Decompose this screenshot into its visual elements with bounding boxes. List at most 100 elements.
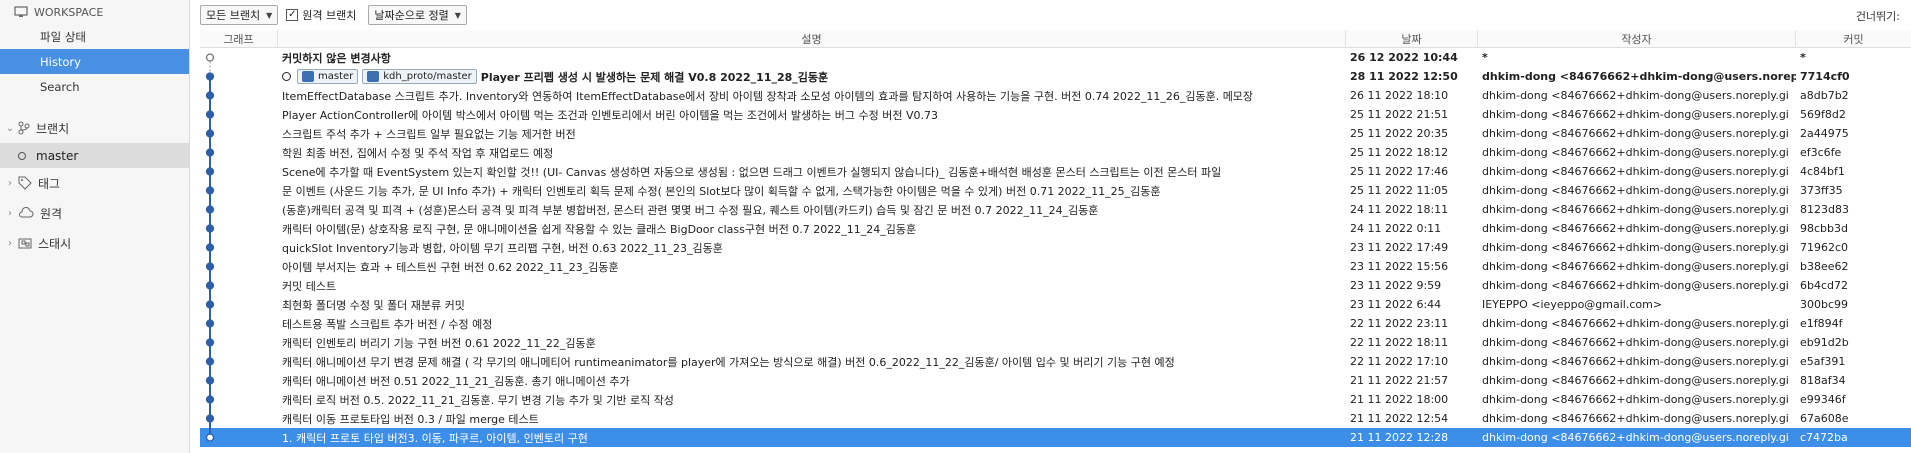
table-row[interactable]: 최현화 폴더명 수정 및 폴더 재분류 커밋 23 11 2022 6:44 IEY… bbox=[200, 295, 1911, 314]
stash-icon bbox=[18, 238, 32, 249]
author-cell: dhkim-dong <84676662+dhkim-dong@users.no… bbox=[1482, 317, 1789, 330]
branch-icon bbox=[18, 121, 30, 135]
table-row[interactable]: 캐릭터 애니메이션 버전 0.51 2022_11_21_김동훈. 총기 애니메… bbox=[200, 371, 1911, 390]
description-cell: master kdh_proto/master Player 프리펩 생성 시 발생… bbox=[278, 67, 1346, 86]
author-cell: dhkim-dong <84676662+dhkim-dong@users.no… bbox=[1482, 412, 1789, 425]
date-cell: 22 11 2022 23:11 bbox=[1350, 317, 1449, 330]
remote-branch-checkbox[interactable]: ✓ 원격 브랜치 bbox=[286, 7, 356, 23]
column-header-author[interactable]: 작성자 bbox=[1478, 30, 1796, 48]
commit-hash-cell: a8db7b2 bbox=[1800, 89, 1849, 102]
branch-tag-icon bbox=[367, 71, 380, 82]
branch-tag[interactable]: kdh_proto/master bbox=[362, 69, 477, 84]
graph-commit-node bbox=[205, 262, 215, 271]
author-cell: dhkim-dong <84676662+dhkim-dong@users.no… bbox=[1482, 393, 1789, 406]
monitor-icon bbox=[14, 6, 28, 17]
commit-message: 아이템 부서지는 효과 + 테스트씬 구현 버전 0.62 2022_11_23… bbox=[282, 260, 619, 274]
date-cell: 28 11 2022 12:50 bbox=[1350, 70, 1458, 83]
author-cell: dhkim-dong <84676662+dhkim-dong@users.no… bbox=[1482, 241, 1789, 254]
commit-message: 최현화 폴더명 수정 및 폴더 재분류 커밋 bbox=[282, 298, 465, 312]
column-header-date[interactable]: 날짜 bbox=[1346, 30, 1478, 48]
sidebar-group-branches[interactable]: ⌄ 브랜치 bbox=[0, 113, 189, 143]
date-cell: 22 11 2022 17:10 bbox=[1350, 355, 1449, 368]
graph-commit-node bbox=[205, 338, 215, 347]
author-cell: dhkim-dong <84676662+dhkim-dong@users.no… bbox=[1482, 165, 1789, 178]
table-row[interactable]: 테스트용 폭발 스크립트 추가 버전 / 수정 예정 22 11 2022 23:… bbox=[200, 314, 1911, 333]
checkbox-checked-icon: ✓ bbox=[286, 9, 299, 21]
commit-hash-cell: e5af391 bbox=[1800, 355, 1846, 368]
sidebar-group-remotes[interactable]: › 원격 bbox=[0, 198, 189, 228]
sort-dropdown[interactable]: 날짜순으로 정렬 ▼ bbox=[368, 5, 467, 25]
graph-commit-node bbox=[205, 414, 215, 423]
author-cell: IEYEPPO <ieyeppo@gmail.com> bbox=[1482, 298, 1663, 311]
branch-tag[interactable]: master bbox=[297, 69, 359, 84]
author-cell: dhkim-dong <84676662+dhkim-dong@users.no… bbox=[1482, 89, 1789, 102]
table-row[interactable]: 스크립트 주석 추가 + 스크립트 일부 필요없는 기능 제거한 버전 25 11… bbox=[200, 124, 1911, 143]
date-cell: 25 11 2022 20:35 bbox=[1350, 127, 1449, 140]
date-cell: 24 11 2022 0:11 bbox=[1350, 222, 1442, 235]
table-row[interactable]: 커밋하지 않은 변경사항 26 12 2022 10:44 * * bbox=[200, 48, 1911, 67]
sidebar-item-history[interactable]: History bbox=[0, 49, 189, 74]
date-cell: 25 11 2022 11:05 bbox=[1350, 184, 1449, 197]
table-row[interactable]: master kdh_proto/master Player 프리펩 생성 시 발생… bbox=[200, 67, 1911, 86]
description-cell: 테스트용 폭발 스크립트 추가 버전 / 수정 예정 bbox=[278, 314, 1346, 333]
chevron-right-icon: › bbox=[8, 207, 12, 219]
table-row[interactable]: quickSlot Inventory기능과 병합, 아이템 무기 프리팹 구현… bbox=[200, 238, 1911, 257]
author-cell: dhkim-dong <84676662+dhkim-dong@users.no… bbox=[1482, 374, 1789, 387]
commit-hash-cell: 2a44975 bbox=[1800, 127, 1849, 140]
table-row[interactable]: 문 이벤트 (사운드 기능 추가, 문 UI Info 추가) + 캐릭터 인벤… bbox=[200, 181, 1911, 200]
commit-hash-cell: 8123d83 bbox=[1800, 203, 1849, 216]
date-cell: 23 11 2022 9:59 bbox=[1350, 279, 1442, 292]
chevron-down-icon: ▼ bbox=[266, 10, 273, 20]
author-cell: dhkim-dong <84676662+dhkim-dong@users.no… bbox=[1482, 431, 1789, 444]
date-cell: 23 11 2022 6:44 bbox=[1350, 298, 1442, 311]
table-row[interactable]: 캐릭터 이동 프로토타입 버전 0.3 / 파일 merge 테스트 21 11 … bbox=[200, 409, 1911, 428]
table-row[interactable]: 1. 캐릭터 프로토 타입 버전3. 이동, 파쿠르, 아이템, 인벤토리 구현… bbox=[200, 428, 1911, 447]
commit-message: 캐릭터 인벤토리 버리기 기능 구현 버전 0.61 2022_11_22_김동… bbox=[282, 336, 596, 350]
graph-commit-node bbox=[205, 281, 215, 290]
graph-commit-node bbox=[205, 72, 215, 81]
author-cell: dhkim-dong <84676662+dhkim-dong@users.no… bbox=[1482, 279, 1789, 292]
commit-hash-cell: 569f8d2 bbox=[1800, 108, 1846, 121]
table-row[interactable]: 아이템 부서지는 효과 + 테스트씬 구현 버전 0.62 2022_11_23… bbox=[200, 257, 1911, 276]
graph-commit-node bbox=[205, 376, 215, 385]
sidebar-item-file-status[interactable]: 파일 상태 bbox=[0, 24, 189, 49]
table-row[interactable]: ItemEffectDatabase 스크립트 추가. Inventory와 연… bbox=[200, 86, 1911, 105]
branch-filter-dropdown[interactable]: 모든 브랜치 ▼ bbox=[200, 5, 279, 25]
table-row[interactable]: (동훈)캐릭터 공격 및 피격 + (성훈)몬스터 공격 및 피격 부분 병합버… bbox=[200, 200, 1911, 219]
commit-hash-cell: 818af34 bbox=[1800, 374, 1846, 387]
sidebar-group-stash[interactable]: › 스태시 bbox=[0, 228, 189, 258]
graph-commit-node bbox=[205, 433, 215, 442]
commit-message: 테스트용 폭발 스크립트 추가 버전 / 수정 예정 bbox=[282, 317, 493, 331]
graph-commit-node bbox=[205, 110, 215, 119]
date-cell: 26 12 2022 10:44 bbox=[1350, 51, 1458, 64]
table-row[interactable]: Scene에 추가할 때 EventSystem 있는지 확인할 것!! (UI… bbox=[200, 162, 1911, 181]
description-cell: ItemEffectDatabase 스크립트 추가. Inventory와 연… bbox=[278, 86, 1346, 105]
table-row[interactable]: 캐릭터 아이템(문) 상호작용 로직 구현, 문 애니메이션을 쉽게 작용할 수… bbox=[200, 219, 1911, 238]
table-row[interactable]: Player ActionController에 아이템 박스에서 아이템 먹는… bbox=[200, 105, 1911, 124]
workspace-header[interactable]: WORKSPACE bbox=[0, 0, 189, 24]
graph-commit-node bbox=[205, 186, 215, 195]
commit-hash-cell: b38ee62 bbox=[1800, 260, 1849, 273]
column-header-commit[interactable]: 커밋 bbox=[1796, 30, 1911, 48]
column-header-graph[interactable]: 그래프 bbox=[200, 30, 278, 48]
author-cell: dhkim-dong <84676662+dhkim-dong@users.no… bbox=[1482, 70, 1796, 83]
sidebar-branch-master[interactable]: master bbox=[0, 143, 189, 168]
table-row[interactable]: 캐릭터 인벤토리 버리기 기능 구현 버전 0.61 2022_11_22_김동… bbox=[200, 333, 1911, 352]
author-cell: dhkim-dong <84676662+dhkim-dong@users.no… bbox=[1482, 108, 1789, 121]
stash-label: 스태시 bbox=[38, 236, 72, 251]
graph-commit-node bbox=[205, 91, 215, 100]
author-cell: dhkim-dong <84676662+dhkim-dong@users.no… bbox=[1482, 222, 1789, 235]
date-cell: 25 11 2022 17:46 bbox=[1350, 165, 1449, 178]
graph-commit-node bbox=[205, 167, 215, 176]
commit-hash-cell: 7714cf0 bbox=[1800, 70, 1850, 83]
table-row[interactable]: 커밋 테스트 23 11 2022 9:59 dhkim-dong <8467666… bbox=[200, 276, 1911, 295]
description-cell: 커밋 테스트 bbox=[278, 276, 1346, 295]
sidebar-item-search[interactable]: Search bbox=[0, 74, 189, 99]
commit-message: 캐릭터 로직 버전 0.5. 2022_11_21_김동훈. 무기 변경 기능 … bbox=[282, 393, 674, 407]
sidebar-group-tags[interactable]: › 태그 bbox=[0, 168, 189, 198]
table-row[interactable]: 학원 최종 버전, 집에서 수정 및 주석 작업 후 재업로드 예정 25 11 … bbox=[200, 143, 1911, 162]
column-header-description[interactable]: 설명 bbox=[278, 30, 1346, 48]
description-cell: 문 이벤트 (사운드 기능 추가, 문 UI Info 추가) + 캐릭터 인벤… bbox=[278, 181, 1346, 200]
table-row[interactable]: 캐릭터 애니메이션 무기 변경 문제 해결 ( 각 무기의 애니메티어 runt… bbox=[200, 352, 1911, 371]
table-row[interactable]: 캐릭터 로직 버전 0.5. 2022_11_21_김동훈. 무기 변경 기능 … bbox=[200, 390, 1911, 409]
